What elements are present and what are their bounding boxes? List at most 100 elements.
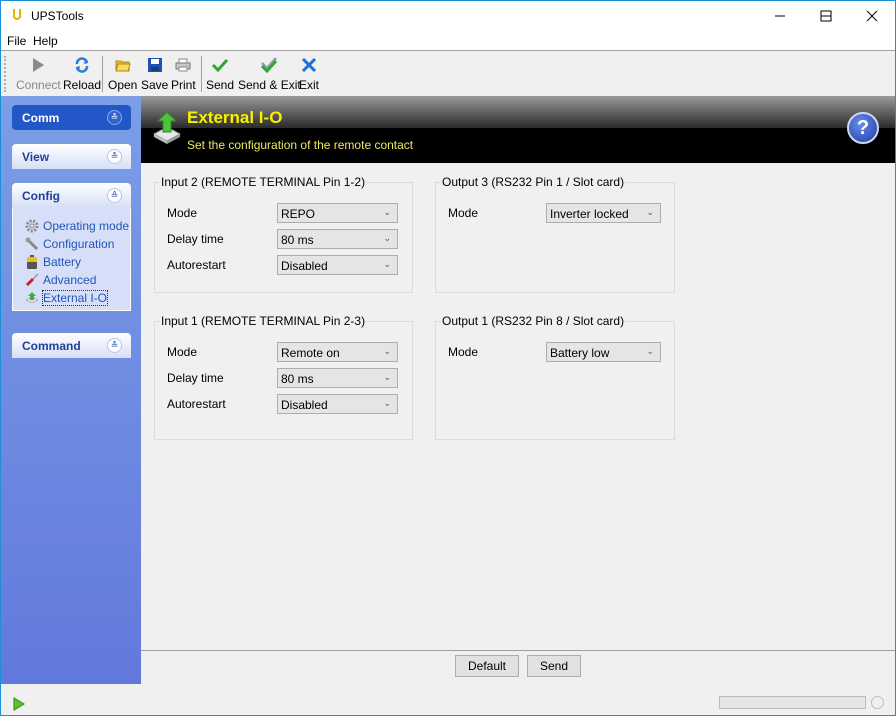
send-button[interactable]: Send [206,54,234,94]
sidebar-group-command[interactable]: Command ≛ [12,333,131,358]
default-button[interactable]: Default [455,655,519,677]
open-button[interactable]: Open [108,54,137,94]
connect-label: Connect [16,78,61,92]
connect-button[interactable]: Connect [16,54,61,94]
group-label: Comm [22,111,60,125]
item-label: External I-O [41,290,109,306]
main-content: External I-O Set the configuration of th… [141,96,895,651]
delay-time-label: Delay time [167,371,224,385]
chevron-up-icon[interactable]: ≙ [107,188,122,203]
autorestart-label: Autorestart [167,397,226,411]
busy-indicator-icon [871,696,884,709]
select-value: Inverter locked [550,207,629,221]
sidebar-group-view[interactable]: View ≛ [12,144,131,169]
chevron-down-icon[interactable]: ≛ [107,338,122,353]
page-title: External I-O [187,108,283,127]
output3-mode-select[interactable]: Inverter locked ⌄ [546,203,661,223]
chevron-down-icon: ⌄ [383,372,391,382]
input2-delay-select[interactable]: 80 ms ⌄ [277,229,398,249]
output3-title: Output 3 (RS232 Pin 1 / Slot card) [441,175,626,189]
close-button[interactable] [849,1,895,31]
open-label: Open [108,78,138,92]
play-icon [29,56,47,74]
input2-group: Input 2 (REMOTE TERMINAL Pin 1-2) Mode R… [154,175,413,293]
output1-title: Output 1 (RS232 Pin 8 / Slot card) [441,314,626,328]
toolbar-grip[interactable] [4,56,7,92]
group-label: View [22,150,50,164]
output3-group: Output 3 (RS232 Pin 1 / Slot card) Mode … [435,175,675,293]
maximize-icon [820,10,832,22]
mode-label: Mode [167,345,198,359]
maximize-button[interactable] [803,1,849,31]
sidebar-item-configuration[interactable]: Configuration [25,236,114,252]
mode-label: Mode [448,206,479,220]
select-value: Remote on [281,346,340,360]
select-value: Disabled [281,398,328,412]
mode-label: Mode [167,206,198,220]
select-value: Battery low [550,346,610,360]
chevron-down-icon[interactable]: ≛ [107,149,122,164]
input1-group: Input 1 (REMOTE TERMINAL Pin 2-3) Mode R… [154,314,413,440]
toolbar-separator [102,56,103,92]
input2-title: Input 2 (REMOTE TERMINAL Pin 1-2) [160,175,367,189]
chevron-down-icon: ⌄ [383,207,391,217]
group-label: Config [22,189,60,203]
app-logo-icon [13,9,21,20]
sidebar-item-external-io[interactable]: External I-O [25,290,109,306]
input1-autorestart-select[interactable]: Disabled ⌄ [277,394,398,414]
screwdriver-icon [25,273,39,287]
printer-icon [174,56,192,74]
chevron-down-icon: ⌄ [383,398,391,408]
exit-button[interactable]: Exit [299,54,319,94]
send-footer-button[interactable]: Send [527,655,581,677]
reload-button[interactable]: Reload [63,54,101,94]
toolbar-separator [201,56,202,92]
input2-mode-select[interactable]: REPO ⌄ [277,203,398,223]
send-exit-button[interactable]: Send & Exit [238,54,301,94]
page-banner: External I-O Set the configuration of th… [141,96,895,163]
print-button[interactable]: Print [171,54,196,94]
sidebar-group-comm[interactable]: Comm ≛ [12,105,131,130]
help-icon: ? [856,117,870,139]
chevron-down-icon: ⌄ [646,346,654,356]
help-button[interactable]: ? [847,112,879,144]
run-icon[interactable] [13,697,25,711]
input1-title: Input 1 (REMOTE TERMINAL Pin 2-3) [160,314,367,328]
minimize-icon [775,15,785,17]
print-label: Print [171,78,196,92]
save-label: Save [141,78,169,92]
sidebar-group-config[interactable]: Config ≙ [12,183,131,208]
delay-time-label: Delay time [167,232,224,246]
select-value: REPO [281,207,316,221]
sidebar: Comm ≛ View ≛ Config ≙ Operating mode Co… [1,96,141,684]
status-bar [1,685,895,715]
menu-file[interactable]: File [7,34,26,48]
sidebar-item-operating-mode[interactable]: Operating mode [25,218,129,234]
sidebar-item-advanced[interactable]: Advanced [25,272,96,288]
chevron-down-icon: ⌄ [383,346,391,356]
send-exit-label: Send & Exit [238,78,301,92]
reload-label: Reload [63,78,102,92]
send-label: Send [206,78,235,92]
chevron-down-icon[interactable]: ≛ [107,110,122,125]
chevron-down-icon: ⌄ [646,207,654,217]
battery-icon [25,255,39,269]
external-io-icon [25,291,39,305]
output1-mode-select[interactable]: Battery low ⌄ [546,342,661,362]
window-title: UPSTools [31,9,84,23]
close-icon [866,10,878,22]
gear-icon [25,219,39,233]
input1-mode-select[interactable]: Remote on ⌄ [277,342,398,362]
chevron-down-icon: ⌄ [383,233,391,243]
menu-help[interactable]: Help [33,34,58,48]
save-button[interactable]: Save [141,54,168,94]
minimize-button-area[interactable] [757,1,803,31]
config-items: Operating mode Configuration Battery Adv… [12,208,131,311]
input2-autorestart-select[interactable]: Disabled ⌄ [277,255,398,275]
output1-group: Output 1 (RS232 Pin 8 / Slot card) Mode … [435,314,675,440]
select-value: 80 ms [281,233,314,247]
input1-delay-select[interactable]: 80 ms ⌄ [277,368,398,388]
item-label: Advanced [43,273,97,287]
sidebar-item-battery[interactable]: Battery [25,254,81,270]
x-icon [300,56,318,74]
